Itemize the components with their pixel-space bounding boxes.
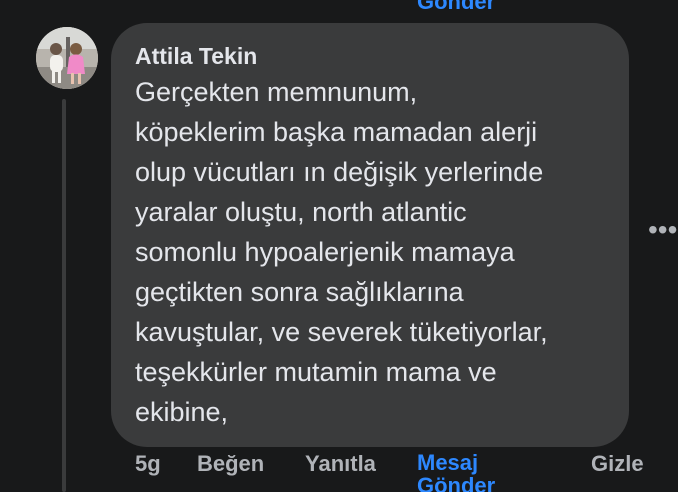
send-message-label-line-1: Mesaj <box>417 450 479 475</box>
avatar[interactable] <box>36 27 98 89</box>
ellipsis-horizontal-icon: ••• <box>648 214 678 245</box>
thread-connector-line <box>62 99 66 492</box>
profile-photo-icon <box>36 27 98 89</box>
comment-actions: 5g Beğen Yanıtla Mesaj Gönder Gizle <box>0 451 678 492</box>
send-message-button[interactable]: Mesaj Gönder <box>417 451 495 492</box>
comment-options-button[interactable]: ••• <box>648 216 678 248</box>
comment-bubble: Attila Tekin Gerçekten memnunum, köpekle… <box>111 23 629 447</box>
comment-timestamp: 5g <box>135 451 161 476</box>
previous-message-link[interactable]: Gönder <box>417 0 495 13</box>
comment-text: Gerçekten memnunum, köpeklerim başka mam… <box>135 77 548 427</box>
hide-button[interactable]: Gizle <box>591 451 644 477</box>
previous-message-link-label: Gönder <box>417 0 496 14</box>
reply-button[interactable]: Yanıtla <box>305 451 376 477</box>
like-button[interactable]: Beğen <box>197 451 264 477</box>
comment-thread: Gönder Attila Tekin Gerçekten memnunum, … <box>0 0 678 492</box>
comment-author[interactable]: Attila Tekin <box>135 42 605 70</box>
send-message-label-line-2: Gönder <box>417 473 496 492</box>
